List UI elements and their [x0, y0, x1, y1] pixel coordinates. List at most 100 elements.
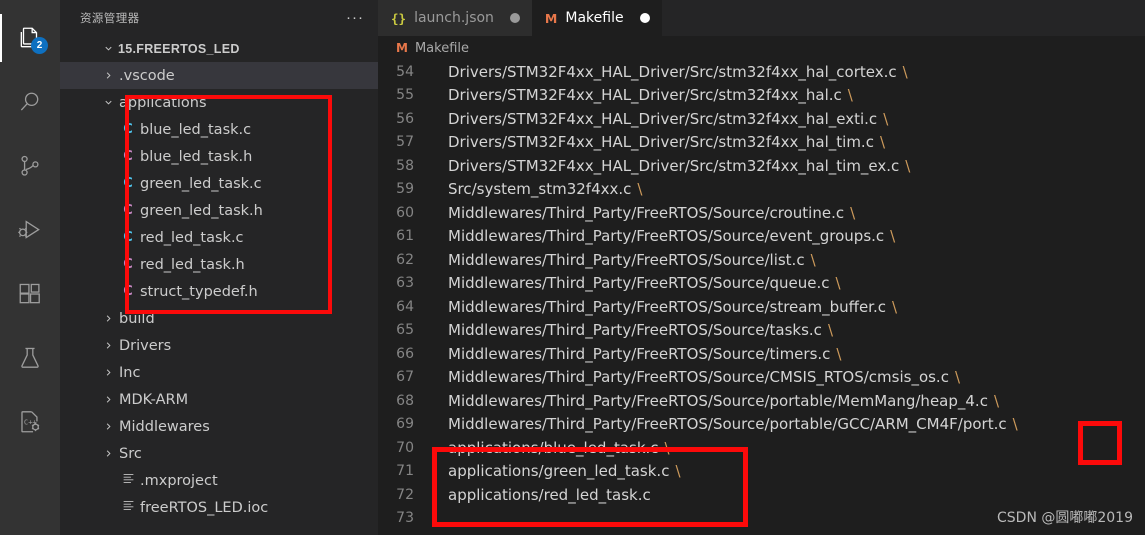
tab-launch-json[interactable]: {} launch.json: [378, 0, 532, 36]
line-number: 62: [396, 251, 414, 268]
line-number: 73: [396, 510, 414, 527]
c-header-file-icon: C: [123, 149, 133, 164]
tree-item-blue-led-task-h[interactable]: Cblue_led_task.h: [60, 143, 378, 170]
tree-item-label: struct_typedef.h: [140, 283, 258, 300]
code-line-text: Src/system_stm32f4xx.c: [448, 180, 632, 199]
code-line[interactable]: 62 Middlewares/Third_Party/FreeRTOS/Sourc…: [378, 248, 1145, 272]
sidebar-more-actions-icon[interactable]: ···: [346, 10, 364, 25]
chevron-right-icon: [100, 313, 117, 324]
code-line[interactable]: 70 applications/blue_led_task.c \: [378, 436, 1145, 460]
tree-item-applications[interactable]: applications: [60, 89, 378, 116]
tree-item-label: build: [119, 310, 155, 327]
line-number: 61: [396, 228, 414, 245]
line-continuation-backslash: \: [883, 109, 889, 128]
line-number: 65: [396, 322, 414, 339]
breadcrumb[interactable]: M Makefile: [378, 36, 1145, 60]
tree-item-red-led-task-c[interactable]: Cred_led_task.c: [60, 224, 378, 251]
code-line[interactable]: 65 Middlewares/Third_Party/FreeRTOS/Sourc…: [378, 319, 1145, 343]
line-continuation-backslash: \: [850, 203, 856, 222]
tree-item-green-led-task-c[interactable]: Cgreen_led_task.c: [60, 170, 378, 197]
c-source-file-icon: C: [123, 230, 133, 245]
code-line-text: Drivers/STM32F4xx_HAL_Driver/Src/stm32f4…: [448, 109, 878, 128]
activity-item-extensions[interactable]: [0, 262, 60, 326]
line-number: 58: [396, 157, 414, 174]
tree-item-inc[interactable]: Inc: [60, 359, 378, 386]
code-line-text: Middlewares/Third_Party/FreeRTOS/Source/…: [448, 391, 988, 410]
chevron-right-icon: [100, 367, 117, 378]
line-continuation-backslash: \: [879, 133, 886, 152]
tree-item-src[interactable]: Src: [60, 440, 378, 467]
tree-item-label: Src: [119, 445, 142, 462]
activity-item-search[interactable]: [0, 70, 60, 134]
tab-makefile[interactable]: M Makefile: [531, 0, 662, 36]
tab-dirty-indicator[interactable]: [639, 13, 650, 23]
code-line-text: Middlewares/Third_Party/FreeRTOS/Source/…: [448, 227, 885, 246]
activity-item-run-and-debug[interactable]: [0, 198, 60, 262]
code-line-text: Middlewares/Third_Party/FreeRTOS/Source/…: [448, 344, 831, 363]
chevron-right-icon: [100, 340, 117, 351]
code-editor[interactable]: 54 Drivers/STM32F4xx_HAL_Driver/Src/stm32…: [378, 60, 1145, 535]
code-line[interactable]: 71 applications/green_led_task.c \: [378, 460, 1145, 484]
activity-item-testing[interactable]: [0, 326, 60, 390]
code-line[interactable]: 61 Middlewares/Third_Party/FreeRTOS/Sourc…: [378, 225, 1145, 249]
code-line[interactable]: 72 applications/red_led_task.c: [378, 483, 1145, 507]
line-number: 59: [396, 181, 414, 198]
line-number: 71: [396, 463, 414, 480]
code-line[interactable]: 57 Drivers/STM32F4xx_HAL_Driver/Src/stm32…: [378, 131, 1145, 155]
breadcrumb-item-makefile[interactable]: Makefile: [415, 41, 469, 56]
tree-item-label: blue_led_task.c: [140, 121, 252, 138]
activity-item-explorer[interactable]: 2: [0, 6, 60, 70]
tree-item-vscode[interactable]: .vscode: [60, 62, 378, 89]
cpp-config-icon: C++: [17, 409, 43, 435]
tree-item-drivers[interactable]: Drivers: [60, 332, 378, 359]
watermark: CSDN @圆嘟嘟2019: [997, 510, 1133, 526]
vscode-window: 2 C++ 资源管理器 ··· 15.FREERTOS_LED .vscode …: [0, 0, 1145, 535]
tree-item-label: blue_led_task.h: [140, 148, 253, 165]
code-line[interactable]: 68 Middlewares/Third_Party/FreeRTOS/Sourc…: [378, 389, 1145, 413]
tree-item-struct-typedef-h[interactable]: Cstruct_typedef.h: [60, 278, 378, 305]
tree-item-build[interactable]: build: [60, 305, 378, 332]
code-line-text: Drivers/STM32F4xx_HAL_Driver/Src/stm32f4…: [448, 62, 897, 81]
tree-item-red-led-task-h[interactable]: Cred_led_task.h: [60, 251, 378, 278]
code-line[interactable]: 66 Middlewares/Third_Party/FreeRTOS/Sourc…: [378, 342, 1145, 366]
tab-label: Makefile: [565, 10, 624, 26]
tree-item-label: .vscode: [119, 67, 175, 84]
tree-item-green-led-task-h[interactable]: Cgreen_led_task.h: [60, 197, 378, 224]
tree-item-freertos-led-ioc[interactable]: freeRTOS_LED.ioc: [60, 494, 378, 521]
line-number: 66: [396, 345, 414, 362]
code-line[interactable]: 67 Middlewares/Third_Party/FreeRTOS/Sourc…: [378, 366, 1145, 390]
beaker-icon: [17, 345, 43, 371]
tree-item-mxproject[interactable]: .mxproject: [60, 467, 378, 494]
code-line-text: Middlewares/Third_Party/FreeRTOS/Source/…: [448, 368, 949, 387]
code-line[interactable]: 55 Drivers/STM32F4xx_HAL_Driver/Src/stm32…: [378, 84, 1145, 108]
file-tree: .vscode applications Cblue_led_task.c Cblue…: [60, 62, 378, 521]
code-line[interactable]: 69 Middlewares/Third_Party/FreeRTOS/Sourc…: [378, 413, 1145, 437]
tab-dirty-indicator[interactable]: [509, 13, 520, 23]
line-continuation-backslash: \: [1012, 415, 1018, 434]
tree-item-blue-led-task-c[interactable]: Cblue_led_task.c: [60, 116, 378, 143]
source-control-icon: [17, 153, 43, 179]
code-line[interactable]: 58 Drivers/STM32F4xx_HAL_Driver/Src/stm32…: [378, 154, 1145, 178]
code-line-text: applications/red_led_task.c: [448, 485, 651, 504]
line-number: 56: [396, 110, 414, 127]
line-continuation-backslash: \: [836, 344, 842, 363]
code-line[interactable]: 64 Middlewares/Third_Party/FreeRTOS/Sourc…: [378, 295, 1145, 319]
activity-item-cpp-config[interactable]: C++: [0, 390, 60, 454]
tree-item-mdk-arm[interactable]: MDK-ARM: [60, 386, 378, 413]
makefile-icon: M: [544, 10, 558, 26]
line-continuation-backslash: \: [892, 297, 898, 316]
tree-root-folder[interactable]: 15.FREERTOS_LED: [60, 35, 378, 62]
code-line[interactable]: 63 Middlewares/Third_Party/FreeRTOS/Sourc…: [378, 272, 1145, 296]
code-line-text: Drivers/STM32F4xx_HAL_Driver/Src/stm32f4…: [448, 156, 900, 175]
tree-item-middlewares[interactable]: Middlewares: [60, 413, 378, 440]
c-header-file-icon: C: [123, 203, 133, 218]
code-line[interactable]: 54 Drivers/STM32F4xx_HAL_Driver/Src/stm32…: [378, 60, 1145, 84]
c-header-file-icon: C: [123, 284, 133, 299]
activity-item-source-control[interactable]: [0, 134, 60, 198]
line-continuation-backslash: \: [905, 156, 911, 175]
tab-label: launch.json: [414, 10, 494, 26]
code-line[interactable]: 60 Middlewares/Third_Party/FreeRTOS/Sourc…: [378, 201, 1145, 225]
code-line[interactable]: 56 Drivers/STM32F4xx_HAL_Driver/Src/stm32…: [378, 107, 1145, 131]
chevron-right-icon: [100, 421, 117, 432]
code-line[interactable]: 59 Src/system_stm32f4xx.c \: [378, 178, 1145, 202]
